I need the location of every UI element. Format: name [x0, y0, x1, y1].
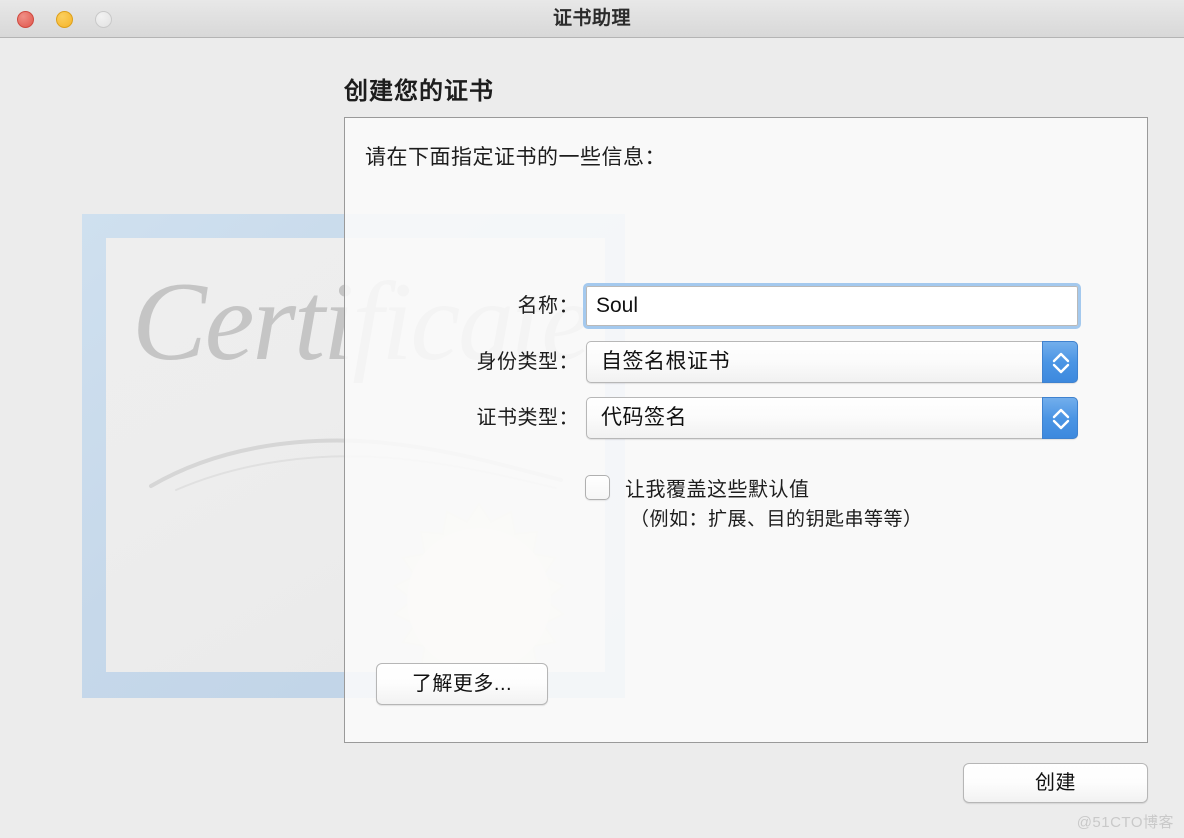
certificate-info-panel: 请在下面指定证书的一些信息： 名称： 身份类型： 自签名根证书 [344, 117, 1148, 743]
form-row-name: 名称： [345, 283, 1149, 329]
override-defaults-label[interactable]: 让我覆盖这些默认值 [625, 473, 810, 502]
certificate-type-select[interactable]: 代码签名 [586, 397, 1078, 439]
watermark: @51CTO博客 [1076, 814, 1174, 831]
identity-type-select[interactable]: 自签名根证书 [586, 341, 1078, 383]
dialog-content: 创建您的证书 Certificate 请在下面指定证书的一些信息： [0, 38, 1184, 838]
create-button[interactable]: 创建 [963, 763, 1148, 803]
learn-more-button[interactable]: 了解更多... [376, 663, 548, 705]
certificate-type-stepper-icon[interactable] [1042, 397, 1078, 439]
name-field-focus-ring [583, 283, 1081, 329]
identity-type-label: 身份类型： [476, 351, 579, 373]
certificate-type-value: 代码签名 [601, 406, 687, 429]
form-row-identity-type: 身份类型： 自签名根证书 [345, 339, 1149, 385]
window-title: 证书助理 [552, 8, 631, 29]
name-label: 名称： [517, 295, 579, 317]
window-titlebar: 证书助理 [0, 0, 1184, 38]
identity-type-stepper-icon[interactable] [1042, 341, 1078, 383]
certificate-type-label: 证书类型： [476, 407, 579, 429]
certificate-assistant-window: 证书助理 创建您的证书 Certificate [0, 0, 1184, 838]
override-defaults-hint: （例如：扩展、目的钥匙串等等） [630, 509, 923, 530]
identity-type-value: 自签名根证书 [601, 350, 730, 373]
name-input[interactable] [586, 286, 1078, 326]
page-title: 创建您的证书 [344, 78, 494, 105]
form-row-certificate-type: 证书类型： 代码签名 [345, 395, 1149, 441]
panel-subtitle: 请在下面指定证书的一些信息： [365, 146, 666, 169]
override-defaults-checkbox[interactable] [585, 475, 610, 500]
